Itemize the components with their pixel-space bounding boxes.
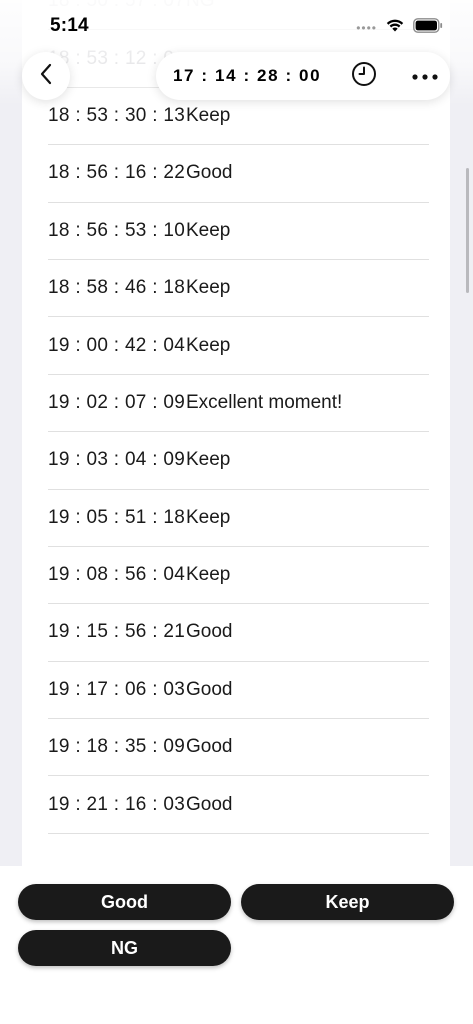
list-item[interactable]: 19 : 17 : 06 : 03 Good <box>48 662 429 720</box>
marker-timecode: 18 : 53 : 30 : 13 <box>48 104 186 126</box>
marker-timecode: 18 : 50 : 57 : 07 <box>48 0 186 12</box>
marker-timecode: 19 : 21 : 16 : 03 <box>48 793 186 815</box>
more-button[interactable] <box>410 62 440 90</box>
marker-list-card: 18 : 50 : 57 : 07 NG 18 : 53 : 12 : 0 18… <box>22 0 450 866</box>
marker-note: NG <box>186 0 215 12</box>
marker-timecode: 19 : 15 : 56 : 21 <box>48 621 186 643</box>
marker-note: Keep <box>186 449 231 471</box>
marker-timecode: 19 : 00 : 42 : 04 <box>48 334 186 356</box>
marker-note: Keep <box>186 564 231 586</box>
good-button[interactable]: Good <box>18 884 231 920</box>
list-item[interactable]: 19 : 08 : 56 : 04 Keep <box>48 547 429 605</box>
list-item[interactable]: 19 : 03 : 04 : 09 Keep <box>48 432 429 490</box>
marker-note: Keep <box>186 334 231 356</box>
marker-timecode: 19 : 08 : 56 : 04 <box>48 564 186 586</box>
marker-note: Good <box>186 736 233 758</box>
list-item[interactable]: 18 : 56 : 16 : 22 Good <box>48 145 429 203</box>
chevron-left-icon <box>39 63 53 90</box>
header-pill: 17 : 14 : 28 : 00 <box>156 52 450 100</box>
back-button[interactable] <box>22 52 70 100</box>
clock-icon <box>351 61 377 92</box>
marker-timecode: 18 : 58 : 46 : 18 <box>48 277 186 299</box>
list-item[interactable]: 19 : 02 : 07 : 09 Excellent moment! <box>48 375 429 433</box>
scrollbar[interactable] <box>466 168 469 293</box>
keep-button[interactable]: Keep <box>241 884 454 920</box>
marker-timecode: 19 : 18 : 35 : 09 <box>48 736 186 758</box>
marker-note: Keep <box>186 219 231 241</box>
marker-note: Good <box>186 678 233 700</box>
ellipsis-icon <box>412 67 438 85</box>
marker-note: Excellent moment! <box>186 391 343 413</box>
history-button[interactable] <box>350 61 378 92</box>
marker-timecode: 19 : 05 : 51 : 18 <box>48 506 186 528</box>
marker-note: Good <box>186 162 233 184</box>
list-item[interactable]: 19 : 18 : 35 : 09 Good <box>48 719 429 777</box>
marker-timecode: 19 : 02 : 07 : 09 <box>48 391 186 413</box>
action-panel: Good Keep NG <box>0 866 473 1024</box>
marker-note: Keep <box>186 277 231 299</box>
marker-timecode: 18 : 56 : 53 : 10 <box>48 219 186 241</box>
list-item[interactable]: 19 : 15 : 56 : 21 Good <box>48 604 429 662</box>
ng-button[interactable]: NG <box>18 930 231 966</box>
list-item[interactable]: 19 : 00 : 42 : 04 Keep <box>48 317 429 375</box>
marker-note: Good <box>186 621 233 643</box>
list-item[interactable]: 19 : 05 : 51 : 18 Keep <box>48 490 429 547</box>
marker-note: Keep <box>186 104 231 126</box>
marker-note: Good <box>186 793 233 815</box>
marker-timecode: 18 : 56 : 16 : 22 <box>48 162 186 184</box>
list-item[interactable]: 18 : 56 : 53 : 10 Keep <box>48 203 429 260</box>
list-item[interactable]: 18 : 58 : 46 : 18 Keep <box>48 260 429 318</box>
current-timecode: 17 : 14 : 28 : 00 <box>173 66 322 85</box>
marker-timecode: 19 : 03 : 04 : 09 <box>48 449 186 471</box>
marker-timecode: 19 : 17 : 06 : 03 <box>48 678 186 700</box>
marker-note: Keep <box>186 506 231 528</box>
list-item[interactable]: 19 : 21 : 16 : 03 Good <box>48 776 429 834</box>
list-item[interactable]: 18 : 50 : 57 : 07 NG <box>48 0 429 31</box>
marker-list: 18 : 50 : 57 : 07 NG 18 : 53 : 12 : 0 18… <box>22 0 450 834</box>
